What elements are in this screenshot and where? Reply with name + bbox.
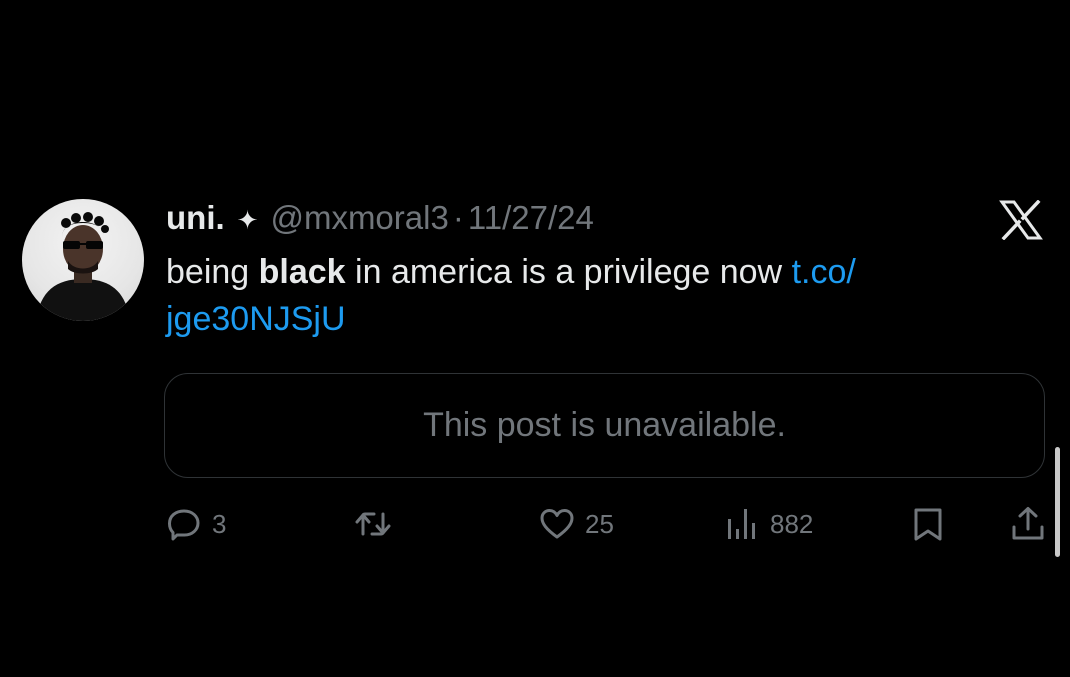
separator-dot: · [452, 199, 464, 236]
bookmark-button[interactable] [909, 500, 947, 548]
views-button[interactable]: 882 [723, 500, 813, 548]
verified-badge-icon: ✦ [236, 205, 259, 235]
user-handle[interactable]: @mxmoral3 [270, 196, 448, 240]
reply-count: 3 [212, 508, 227, 539]
like-count: 25 [585, 508, 614, 539]
x-logo-icon [999, 199, 1043, 241]
share-icon [1012, 507, 1044, 540]
tweet-header: uni. ✦ @mxmoral3 · 11/27/24 [166, 196, 594, 242]
quoted-post-card[interactable]: This post is unavailable. [164, 373, 1045, 478]
avatar[interactable] [22, 199, 144, 321]
avatar-photo [36, 212, 130, 321]
post-date[interactable]: 11/27/24 [468, 196, 594, 240]
display-name[interactable]: uni. [166, 196, 225, 240]
action-bar: 3 25 882 [0, 500, 1070, 548]
scrollbar[interactable] [1055, 447, 1060, 557]
retweet-icon [355, 512, 391, 536]
heart-icon [540, 509, 574, 539]
retweet-button[interactable] [354, 500, 392, 548]
reply-button[interactable]: 3 [165, 500, 226, 548]
share-button[interactable] [1009, 500, 1047, 548]
tweet-text-start: being [166, 253, 259, 291]
tweet-text-end: in america is a privilege now [345, 253, 792, 291]
tweet-body: being black in america is a privilege no… [166, 249, 1026, 343]
reply-icon [168, 509, 200, 541]
tweet-screen: uni. ✦ @mxmoral3 · 11/27/24 being black … [0, 0, 1070, 677]
like-button[interactable]: 25 [538, 500, 614, 548]
views-icon [728, 509, 755, 539]
bookmark-icon [914, 508, 942, 541]
tweet-text-bold: black [258, 253, 346, 291]
views-count: 882 [770, 508, 814, 539]
quoted-post-unavailable-text: This post is unavailable. [423, 406, 786, 444]
